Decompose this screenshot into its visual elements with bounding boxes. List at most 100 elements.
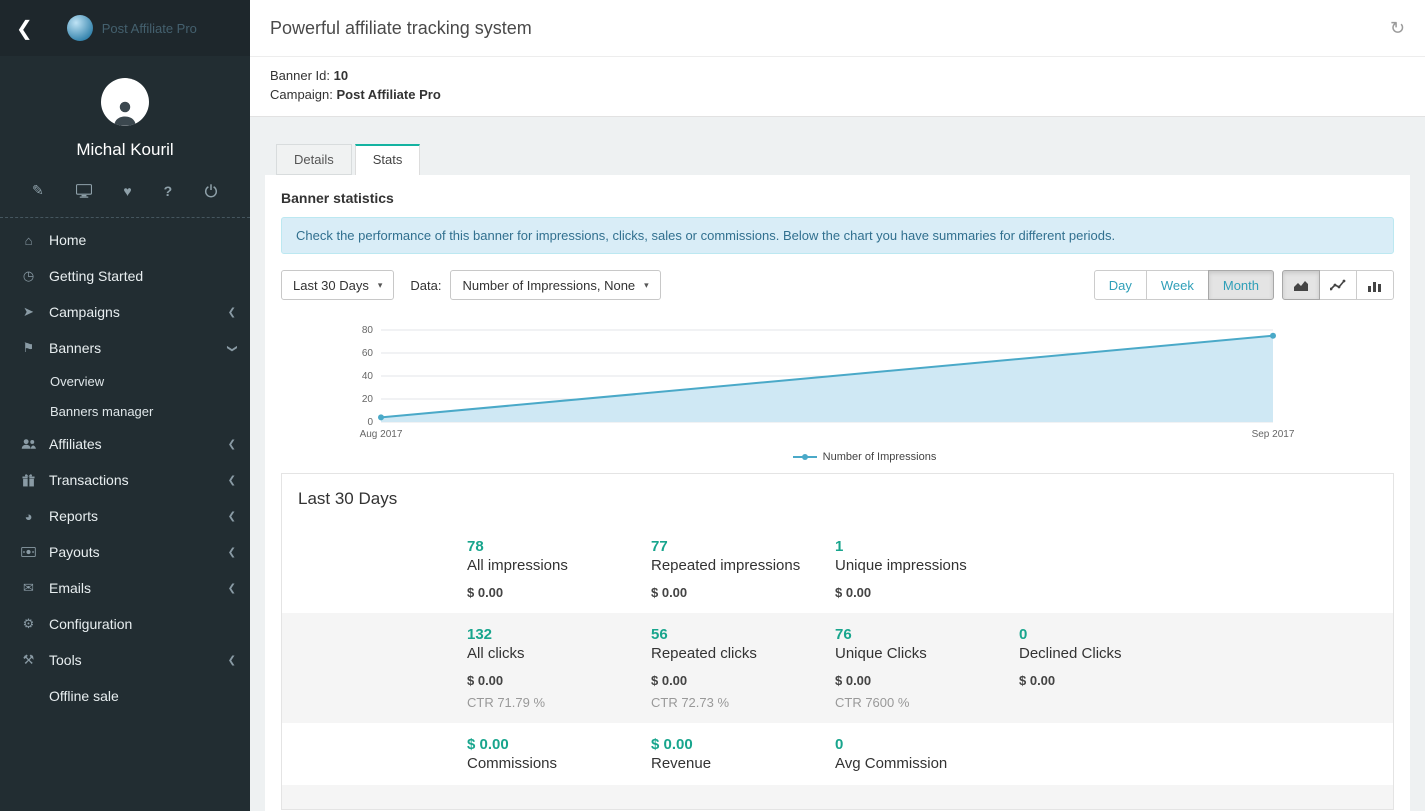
paper-plane-icon: ➤	[20, 304, 37, 320]
sidebar-item-overview[interactable]: Overview	[0, 366, 250, 396]
banner-id-row: Banner Id: 10	[270, 66, 1405, 85]
stat-cell: 132 All clicks $ 0.00 CTR 71.79 %	[467, 626, 651, 710]
campaign-row: Campaign: Post Affiliate Pro	[270, 85, 1405, 104]
area-chart-icon	[1293, 279, 1309, 292]
stat-label: Repeated clicks	[651, 645, 823, 662]
sidebar-item-transactions[interactable]: Transactions ❮	[0, 462, 250, 498]
stat-money: $ 0.00	[467, 673, 639, 688]
stat-money: $ 0.00	[835, 585, 1007, 600]
stat-label: Declined Clicks	[1019, 645, 1191, 662]
stat-ctr: CTR 72.73 %	[651, 695, 823, 710]
data-series-select[interactable]: Number of Impressions, None ▾	[450, 270, 660, 300]
legend-label: Number of Impressions	[823, 451, 937, 463]
stat-label: Avg Commission	[835, 755, 1007, 772]
summary-title: Last 30 Days	[282, 474, 1393, 525]
stat-value: $ 0.00	[467, 736, 639, 753]
stat-label: Revenue	[651, 755, 823, 772]
stat-ctr: CTR 7600 %	[835, 695, 1007, 710]
week-button[interactable]: Week	[1146, 270, 1209, 300]
chevron-left-icon: ❮	[228, 475, 236, 486]
stat-ctr: CTR 71.79 %	[467, 695, 639, 710]
sidebar-top-bar: ❮ Post Affiliate Pro	[0, 0, 250, 56]
refresh-icon[interactable]: ↻	[1390, 18, 1405, 39]
content: Details Stats Banner statistics Check th…	[250, 117, 1425, 811]
sidebar-item-label: Campaigns	[49, 304, 120, 320]
stat-money: $ 0.00	[467, 585, 639, 600]
stat-cell: 0 Avg Commission	[835, 736, 1019, 772]
stat-value: 77	[651, 538, 823, 555]
svg-text:0: 0	[367, 417, 373, 428]
stat-label: Commissions	[467, 755, 639, 772]
stat-value: 1	[835, 538, 1007, 555]
sidebar-item-label: Affiliates	[49, 436, 102, 452]
stat-money: $ 0.00	[1019, 673, 1191, 688]
day-button[interactable]: Day	[1094, 270, 1147, 300]
envelope-icon: ✉	[20, 580, 37, 596]
impressions-chart: 020406080Aug 2017Sep 2017	[335, 316, 1295, 444]
month-button[interactable]: Month	[1208, 270, 1274, 300]
home-icon: ⌂	[20, 233, 37, 248]
info-alert: Check the performance of this banner for…	[281, 217, 1394, 254]
sidebar-item-emails[interactable]: ✉ Emails ❮	[0, 570, 250, 606]
sidebar-item-offline-sale[interactable]: Offline sale	[0, 678, 250, 714]
sidebar-item-label: Payouts	[49, 544, 100, 560]
desktop-icon[interactable]	[76, 184, 92, 198]
stat-value: 76	[835, 626, 1007, 643]
sidebar-item-configuration[interactable]: ⚙ Configuration	[0, 606, 250, 642]
question-icon[interactable]: ?	[164, 183, 173, 199]
banners-submenu: Overview Banners manager	[0, 366, 250, 426]
power-icon[interactable]	[204, 184, 218, 198]
tab-details[interactable]: Details	[276, 144, 352, 175]
period-range-select[interactable]: Last 30 Days ▾	[281, 270, 394, 300]
sidebar-divider	[0, 217, 250, 218]
stat-value: 0	[835, 736, 1007, 753]
brand-globe-icon	[67, 15, 93, 41]
sidebar-item-tools[interactable]: ⚒ Tools ❮	[0, 642, 250, 678]
period-button-group: Day Week Month	[1094, 270, 1274, 300]
user-profile: Michal Kouril ✎ ♥ ?	[0, 56, 250, 199]
brand-logo[interactable]: Post Affiliate Pro	[67, 15, 197, 41]
sidebar-item-label: Configuration	[49, 616, 132, 632]
heart-icon[interactable]: ♥	[123, 183, 131, 199]
sidebar-item-label: Emails	[49, 580, 91, 596]
summary-row-partial	[282, 785, 1393, 809]
bar-chart-button[interactable]	[1356, 270, 1394, 300]
money-icon	[20, 547, 37, 557]
sidebar-item-banners[interactable]: ⚑ Banners ❮	[0, 330, 250, 366]
edit-pencil-icon[interactable]: ✎	[32, 182, 44, 199]
stat-value: 78	[467, 538, 639, 555]
chevron-left-icon: ❮	[228, 655, 236, 666]
area-chart-button[interactable]	[1282, 270, 1320, 300]
sidebar-item-getting-started[interactable]: ◷ Getting Started	[0, 258, 250, 294]
sidebar-item-label: Getting Started	[49, 268, 143, 284]
chevron-left-icon: ❮	[228, 583, 236, 594]
sidebar-item-reports[interactable]: ◕ Reports ❮	[0, 498, 250, 534]
stat-label: All clicks	[467, 645, 639, 662]
sidebar-subitem-label: Overview	[50, 374, 104, 389]
period-range-value: Last 30 Days	[293, 278, 369, 293]
sidebar-item-affiliates[interactable]: Affiliates ❮	[0, 426, 250, 462]
summary-card: Last 30 Days 78 All impressions $ 0.00 7…	[281, 473, 1394, 810]
top-bar: Powerful affiliate tracking system ↻	[250, 0, 1425, 57]
sidebar-item-banners-manager[interactable]: Banners manager	[0, 396, 250, 426]
sidebar-item-campaigns[interactable]: ➤ Campaigns ❮	[0, 294, 250, 330]
sidebar-item-label: Tools	[49, 652, 82, 668]
stats-panel: Banner statistics Check the performance …	[265, 175, 1410, 811]
stat-value: 56	[651, 626, 823, 643]
caret-down-icon: ▾	[378, 280, 383, 291]
sidebar-item-payouts[interactable]: Payouts ❮	[0, 534, 250, 570]
chart-area: 020406080Aug 2017Sep 2017 Number of Impr…	[281, 316, 1394, 463]
svg-text:20: 20	[362, 394, 374, 405]
sidebar-item-home[interactable]: ⌂ Home	[0, 222, 250, 258]
gift-icon	[20, 474, 37, 487]
sidebar-item-label: Reports	[49, 508, 98, 524]
sidebar-item-label: Transactions	[49, 472, 129, 488]
stat-money: $ 0.00	[651, 585, 823, 600]
tab-stats[interactable]: Stats	[355, 144, 421, 175]
flag-icon: ⚑	[20, 340, 37, 356]
back-chevron-icon[interactable]: ❮	[14, 12, 41, 45]
chart-controls: Last 30 Days ▾ Data: Number of Impressio…	[281, 270, 1394, 300]
chevron-down-icon: ❮	[226, 344, 237, 352]
line-chart-button[interactable]	[1319, 270, 1357, 300]
gear-icon: ⚙	[20, 616, 37, 632]
